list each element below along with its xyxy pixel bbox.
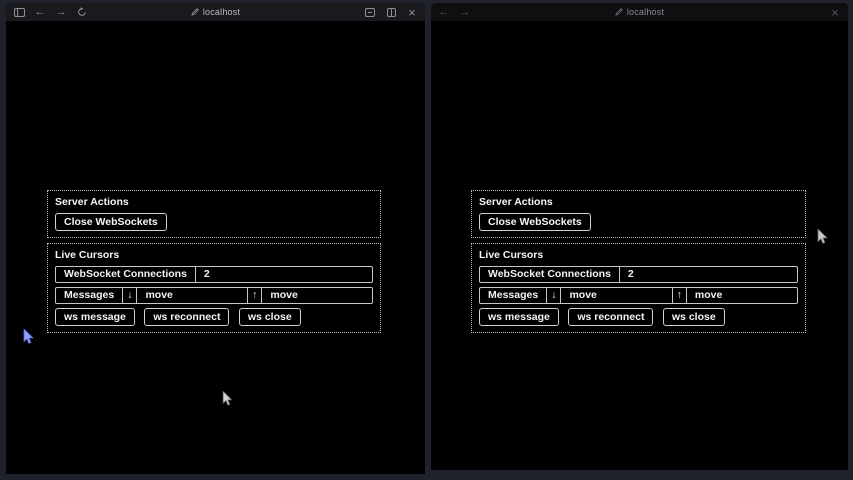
titlebar-right-controls: × [829, 6, 841, 18]
url-bar[interactable]: localhost [431, 7, 848, 17]
sent-message-value: move [687, 288, 797, 303]
back-icon[interactable]: ← [34, 6, 46, 18]
websocket-test-panel: Server Actions Close WebSockets Live Cur… [471, 190, 806, 338]
received-arrow-icon: ↓ [547, 288, 561, 303]
ws-message-button[interactable]: ws message [55, 308, 135, 326]
sidebar-icon[interactable] [13, 6, 25, 18]
live-cursors-legend: Live Cursors [479, 249, 798, 262]
messages-row: Messages ↓ move ↑ move [55, 287, 373, 304]
connections-value: 2 [196, 267, 372, 282]
ws-close-button[interactable]: ws close [239, 308, 301, 326]
messages-row: Messages ↓ move ↑ move [479, 287, 798, 304]
server-actions-group: Server Actions Close WebSockets [47, 190, 381, 238]
received-message-value: move [137, 288, 248, 303]
close-websockets-button[interactable]: Close WebSockets [479, 213, 591, 231]
connections-label: WebSocket Connections [56, 267, 196, 282]
remote-cursor-blue [23, 329, 35, 345]
received-message-value: move [561, 288, 672, 303]
ws-close-button[interactable]: ws close [663, 308, 725, 326]
live-cursors-group: Live Cursors WebSocket Connections 2 Mes… [471, 243, 806, 333]
browser-window-left: ← → localhost × Server Actions Close Web… [6, 3, 425, 474]
received-arrow-icon: ↓ [123, 288, 137, 303]
close-websockets-button[interactable]: Close WebSockets [55, 213, 167, 231]
forward-icon[interactable]: → [459, 6, 471, 18]
split-view-icon[interactable] [385, 6, 397, 18]
sent-message-value: move [262, 288, 372, 303]
close-icon[interactable]: × [406, 6, 418, 18]
reload-icon[interactable] [76, 6, 88, 18]
mouse-cursor [222, 391, 234, 407]
ws-buttons-row: ws message ws reconnect ws close [55, 304, 373, 326]
sent-arrow-icon: ↑ [673, 288, 687, 303]
close-icon[interactable]: × [829, 6, 841, 18]
messages-label: Messages [56, 288, 123, 303]
page-title: localhost [627, 7, 664, 17]
websocket-test-panel: Server Actions Close WebSockets Live Cur… [47, 190, 381, 338]
messages-label: Messages [480, 288, 547, 303]
server-actions-group: Server Actions Close WebSockets [471, 190, 806, 238]
edit-url-icon [615, 8, 623, 16]
live-cursors-legend: Live Cursors [55, 249, 373, 262]
connections-row: WebSocket Connections 2 [479, 266, 798, 283]
forward-icon[interactable]: → [55, 6, 67, 18]
server-actions-legend: Server Actions [479, 196, 798, 209]
live-cursors-group: Live Cursors WebSocket Connections 2 Mes… [47, 243, 381, 333]
page-title: localhost [203, 7, 240, 17]
ws-buttons-row: ws message ws reconnect ws close [479, 304, 798, 326]
remote-cursor-gray [817, 229, 829, 245]
titlebar-left-controls: ← → [13, 6, 88, 18]
page-content: Server Actions Close WebSockets Live Cur… [6, 21, 425, 474]
titlebar-right-controls: × [364, 6, 418, 18]
page-content: Server Actions Close WebSockets Live Cur… [431, 21, 848, 470]
sent-arrow-icon: ↑ [248, 288, 262, 303]
edit-url-icon [191, 8, 199, 16]
titlebar: ← → localhost × [431, 3, 848, 21]
reader-icon[interactable] [364, 6, 376, 18]
connections-label: WebSocket Connections [480, 267, 620, 282]
connections-value: 2 [620, 267, 797, 282]
server-actions-legend: Server Actions [55, 196, 373, 209]
ws-reconnect-button[interactable]: ws reconnect [568, 308, 653, 326]
ws-message-button[interactable]: ws message [479, 308, 559, 326]
back-icon[interactable]: ← [438, 6, 450, 18]
browser-window-right: ← → localhost × Server Actions Close Web… [431, 3, 848, 470]
ws-reconnect-button[interactable]: ws reconnect [144, 308, 229, 326]
titlebar-left-controls: ← → [438, 6, 471, 18]
titlebar: ← → localhost × [6, 3, 425, 21]
connections-row: WebSocket Connections 2 [55, 266, 373, 283]
